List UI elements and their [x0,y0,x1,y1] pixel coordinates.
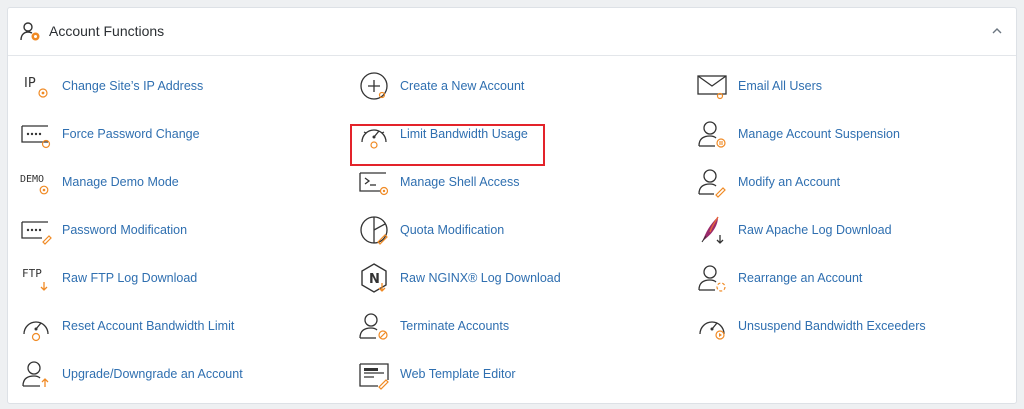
item-label: Change Site’s IP Address [62,79,204,93]
item-label: Limit Bandwidth Usage [400,127,528,141]
ftp-download-icon: FTP [20,262,52,294]
link-quota-modification[interactable]: Quota Modification [358,210,504,250]
link-raw-nginx-log-download[interactable]: N Raw NGINX® Log Download [358,258,561,298]
item-label: Rearrange an Account [738,271,863,285]
item-label: Manage Account Suspension [738,127,900,141]
terminal-icon [358,166,390,198]
svg-text:N: N [369,272,380,287]
item-label: Raw NGINX® Log Download [400,271,561,285]
nginx-icon: N [358,262,390,294]
panel-title: Account Functions [49,23,165,39]
item-label: Raw FTP Log Download [62,271,198,285]
svg-text:DEMO: DEMO [20,174,44,185]
item-label: Quota Modification [400,223,505,237]
link-reset-bandwidth-limit[interactable]: Reset Account Bandwidth Limit [20,306,234,346]
link-manage-shell-access[interactable]: Manage Shell Access [358,162,520,202]
link-terminate-accounts[interactable]: Terminate Accounts [358,306,509,346]
item-label: Terminate Accounts [400,319,510,333]
item-label: Raw Apache Log Download [738,223,892,237]
item-label: Password Modification [62,223,188,237]
item-label: Unsuspend Bandwidth Exceeders [738,319,926,333]
chevron-up-icon[interactable] [990,24,1004,38]
item-label: Reset Account Bandwidth Limit [62,319,235,333]
user-pause-icon [696,118,728,150]
web-template-icon [358,358,390,390]
user-rearrange-icon [696,262,728,294]
user-terminate-icon [358,310,390,342]
bandwidth-play-icon [696,310,728,342]
bandwidth-reset-icon [20,310,52,342]
link-limit-bandwidth-usage[interactable]: Limit Bandwidth Usage [358,114,528,154]
link-force-password-change[interactable]: Force Password Change [20,114,200,154]
item-label: Force Password Change [62,127,200,141]
link-create-new-account[interactable]: Create a New Account [358,66,524,106]
link-change-site-ip[interactable]: IP Change Site’s IP Address [20,66,203,106]
svg-text:IP: IP [24,76,36,91]
link-modify-account[interactable]: Modify an Account [696,162,840,202]
svg-text:FTP: FTP [22,267,42,280]
ip-icon: IP [20,70,52,102]
link-rearrange-account[interactable]: Rearrange an Account [696,258,862,298]
link-manage-account-suspension[interactable]: Manage Account Suspension [696,114,900,154]
user-upgrade-icon [20,358,52,390]
link-raw-ftp-log-download[interactable]: FTP Raw FTP Log Download [20,258,197,298]
account-gear-icon [20,21,42,43]
apache-feather-icon [696,214,728,246]
account-functions-panel: Account Functions IP Change Site’s IP Ad… [7,7,1017,404]
link-upgrade-downgrade-account[interactable]: Upgrade/Downgrade an Account [20,354,243,394]
demo-icon: DEMO [20,166,52,198]
plus-circle-icon [358,70,390,102]
item-label: Create a New Account [400,79,525,93]
item-label: Web Template Editor [400,367,516,381]
item-label: Upgrade/Downgrade an Account [62,367,243,381]
link-raw-apache-log-download[interactable]: Raw Apache Log Download [696,210,892,250]
envelope-user-icon [696,70,728,102]
link-manage-demo-mode[interactable]: DEMO Manage Demo Mode [20,162,179,202]
link-email-all-users[interactable]: Email All Users [696,66,822,106]
link-unsuspend-bandwidth-exceeders[interactable]: Unsuspend Bandwidth Exceeders [696,306,926,346]
item-label: Modify an Account [738,175,841,189]
link-password-modification[interactable]: Password Modification [20,210,187,250]
item-label: Manage Shell Access [400,175,520,189]
password-field-icon [20,118,52,150]
link-web-template-editor[interactable]: Web Template Editor [358,354,516,394]
item-label: Manage Demo Mode [62,175,179,189]
speedometer-icon [358,118,390,150]
pie-chart-icon [358,214,390,246]
user-edit-icon [696,166,728,198]
item-label: Email All Users [738,79,823,93]
panel-header[interactable]: Account Functions [8,8,1016,56]
password-edit-icon [20,214,52,246]
